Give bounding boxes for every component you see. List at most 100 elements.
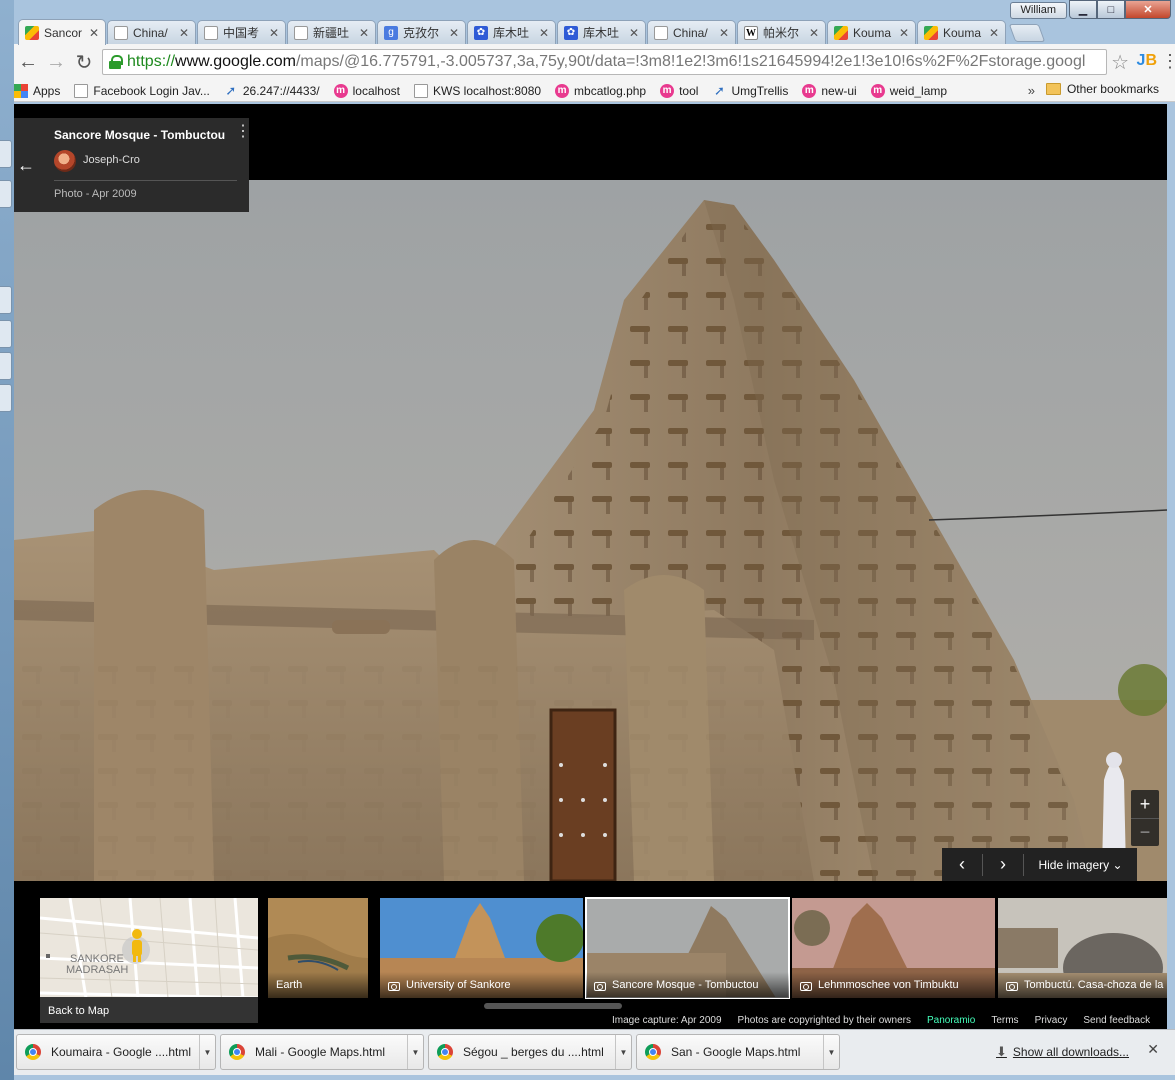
terms-link[interactable]: Terms bbox=[991, 1015, 1018, 1026]
tab[interactable]: g 克孜尔 ✕ bbox=[377, 20, 466, 44]
chrome-icon bbox=[645, 1044, 661, 1060]
close-icon[interactable]: ✕ bbox=[719, 26, 729, 40]
bookmark-item[interactable]: m tool bbox=[660, 83, 698, 98]
filmstrip-scrollbar[interactable] bbox=[484, 1003, 622, 1009]
tab[interactable]: Kouma ✕ bbox=[827, 20, 916, 44]
thumbnail-photo[interactable]: Tombuctú. Casa-choza de la bbox=[998, 898, 1167, 998]
bookmark-label: Facebook Login Jav... bbox=[93, 83, 210, 98]
hide-imagery-button[interactable]: Hide imagery ⌄ bbox=[1024, 858, 1137, 872]
mosque-photo[interactable] bbox=[14, 180, 1167, 881]
photo-title: Sancore Mosque - Tombuctou bbox=[54, 128, 226, 142]
close-icon[interactable]: ✕ bbox=[359, 26, 369, 40]
chevron-down-icon[interactable]: ▼ bbox=[407, 1035, 423, 1069]
photo-author[interactable]: Joseph-Cro bbox=[83, 154, 140, 166]
bookmark-star-icon[interactable]: ☆ bbox=[1111, 50, 1129, 75]
chrome-menu-icon[interactable]: ⋮ bbox=[1161, 52, 1175, 70]
next-photo-button[interactable]: › bbox=[983, 854, 1023, 875]
bookmark-item[interactable]: Facebook Login Jav... bbox=[74, 83, 210, 98]
close-icon[interactable]: ✕ bbox=[269, 26, 279, 40]
reload-button[interactable]: ↻ bbox=[70, 48, 98, 76]
tab[interactable]: Kouma ✕ bbox=[917, 20, 1006, 44]
back-button[interactable]: ← bbox=[14, 48, 42, 76]
zoom-out-button[interactable]: − bbox=[1131, 818, 1159, 846]
back-to-map-label[interactable]: Back to Map bbox=[40, 997, 258, 1023]
close-icon[interactable]: ✕ bbox=[89, 26, 99, 40]
bookmark-item[interactable]: m new-ui bbox=[802, 83, 857, 98]
thumbnail-caption: University of Sankore bbox=[380, 972, 583, 998]
tab[interactable]: ✿ 库木吐 ✕ bbox=[557, 20, 646, 44]
thumbnail-photo[interactable]: University of Sankore bbox=[380, 898, 583, 998]
close-icon[interactable]: ✕ bbox=[989, 26, 999, 40]
back-to-map-tile[interactable]: SANKORE MADRASAH Back to Map bbox=[40, 898, 258, 1023]
chevron-down-icon[interactable]: ▼ bbox=[199, 1035, 215, 1069]
bookmark-item[interactable]: ➚ UmgTrellis bbox=[712, 82, 789, 98]
close-icon[interactable]: ✕ bbox=[449, 26, 459, 40]
bookmark-label: UmgTrellis bbox=[731, 83, 789, 98]
thumbnail-earth[interactable]: Earth bbox=[268, 898, 368, 998]
address-bar[interactable]: https://www.google.com/maps/@16.775791,-… bbox=[102, 49, 1107, 75]
tab[interactable]: 新疆吐 ✕ bbox=[287, 20, 376, 44]
download-item[interactable]: Mali - Google Maps.html ▼ bbox=[220, 1034, 424, 1070]
side-handle[interactable] bbox=[0, 140, 12, 168]
close-window-button[interactable]: ✕ bbox=[1125, 0, 1171, 19]
zoom-in-button[interactable]: + bbox=[1131, 790, 1159, 818]
bookmark-apps[interactable]: Apps bbox=[14, 83, 60, 98]
thumbnail-photo-selected[interactable]: Sancore Mosque - Tombuctou bbox=[585, 897, 790, 999]
side-handle[interactable] bbox=[0, 180, 12, 208]
chevron-down-icon[interactable]: ▼ bbox=[823, 1035, 839, 1069]
forward-button[interactable]: → bbox=[42, 48, 70, 76]
close-icon[interactable]: ✕ bbox=[179, 26, 189, 40]
side-handle[interactable] bbox=[0, 384, 12, 412]
tab[interactable]: W 帕米尔 ✕ bbox=[737, 20, 826, 44]
page-icon bbox=[294, 25, 308, 40]
new-tab-button[interactable] bbox=[1008, 24, 1046, 42]
bookmarks-overflow-button[interactable]: » bbox=[1028, 83, 1035, 98]
download-item[interactable]: Ségou _ berges du ....html ▼ bbox=[428, 1034, 632, 1070]
camera-icon bbox=[388, 982, 400, 991]
privacy-link[interactable]: Privacy bbox=[1035, 1015, 1068, 1026]
profile-button[interactable]: William bbox=[1009, 2, 1067, 19]
more-options-icon[interactable]: ⋮ bbox=[235, 124, 251, 140]
tab[interactable]: 中国考 ✕ bbox=[197, 20, 286, 44]
tab[interactable]: China/ ✕ bbox=[647, 20, 736, 44]
panoramio-logo[interactable]: Panoramio bbox=[927, 1015, 975, 1026]
download-item[interactable]: San - Google Maps.html ▼ bbox=[636, 1034, 840, 1070]
bookmark-item[interactable]: KWS localhost:8080 bbox=[413, 83, 541, 98]
previous-photo-button[interactable]: ‹ bbox=[942, 854, 982, 875]
tab[interactable]: Sancor ✕ bbox=[18, 19, 106, 45]
bookmark-item[interactable]: m mbcatlog.php bbox=[555, 83, 646, 98]
download-item[interactable]: Koumaira - Google ....html ▼ bbox=[16, 1034, 216, 1070]
back-arrow-icon[interactable]: ← bbox=[14, 118, 38, 212]
side-handle[interactable] bbox=[0, 286, 12, 314]
close-icon[interactable]: ✕ bbox=[899, 26, 909, 40]
other-bookmarks[interactable]: Other bookmarks bbox=[1045, 82, 1159, 96]
close-icon[interactable]: ✕ bbox=[629, 26, 639, 40]
bookmark-item[interactable]: m localhost bbox=[333, 83, 400, 98]
tab-title: Kouma bbox=[943, 25, 982, 40]
thumbnail-photo[interactable]: Lehmmoschee von Timbuktu bbox=[792, 898, 995, 998]
side-handle[interactable] bbox=[0, 320, 12, 348]
chevron-down-icon[interactable]: ▼ bbox=[615, 1035, 631, 1069]
send-feedback-link[interactable]: Send feedback bbox=[1083, 1015, 1150, 1026]
bookmark-item[interactable]: m weid_lamp bbox=[870, 83, 948, 98]
close-icon[interactable]: ✕ bbox=[809, 26, 819, 40]
tab[interactable]: ✿ 库木吐 ✕ bbox=[467, 20, 556, 44]
minimize-button[interactable]: ▁ bbox=[1069, 0, 1097, 19]
show-all-downloads-link[interactable]: ⬇ Show all downloads... bbox=[996, 1044, 1129, 1060]
tab-title: 新疆吐 bbox=[313, 26, 350, 40]
close-downloads-bar-button[interactable]: ✕ bbox=[1147, 1041, 1159, 1058]
bookmark-item[interactable]: ➚ 26.247://4433/ bbox=[224, 83, 319, 98]
maps-icon bbox=[834, 25, 848, 40]
tab-title: Sancor bbox=[44, 25, 83, 40]
jetbrains-extension-icon[interactable]: JB bbox=[1137, 52, 1157, 70]
page-icon bbox=[114, 25, 128, 40]
tab-title: 库木吐 bbox=[583, 26, 620, 40]
maps-viewport[interactable]: ← Sancore Mosque - Tombuctou ⋮ Joseph-Cr… bbox=[14, 104, 1167, 1029]
maximize-button[interactable]: □ bbox=[1097, 0, 1125, 19]
side-handle[interactable] bbox=[0, 352, 12, 380]
tab[interactable]: China/ ✕ bbox=[107, 20, 196, 44]
close-icon[interactable]: ✕ bbox=[539, 26, 549, 40]
arrow-icon: ➚ bbox=[714, 82, 725, 98]
bookmark-label: weid_lamp bbox=[889, 83, 948, 98]
avatar[interactable] bbox=[54, 150, 76, 172]
